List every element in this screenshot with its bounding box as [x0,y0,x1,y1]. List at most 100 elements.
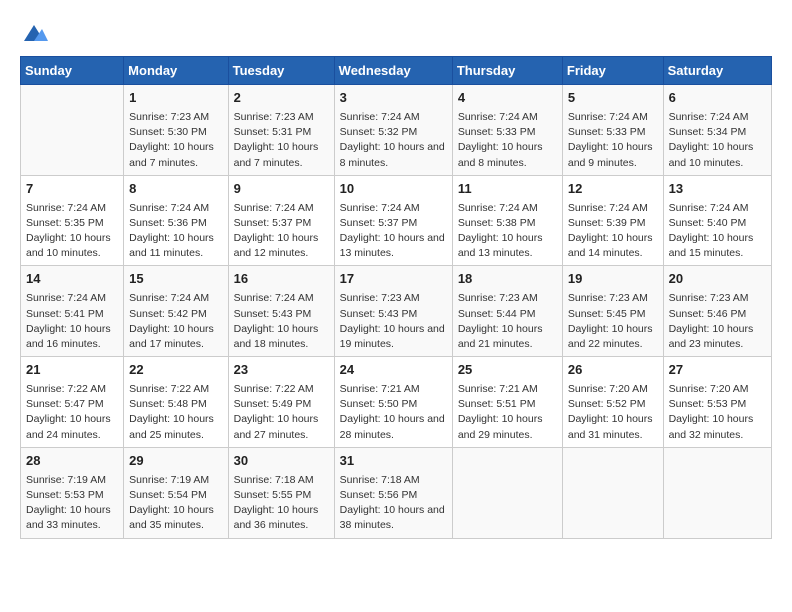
day-sunrise: Sunrise: 7:24 AM [669,111,749,123]
day-sunset: Sunset: 5:40 PM [669,217,747,229]
calendar-cell: 19 Sunrise: 7:23 AM Sunset: 5:45 PM Dayl… [562,266,663,357]
page-header [20,20,772,46]
day-number: 1 [129,89,222,108]
day-sunrise: Sunrise: 7:24 AM [669,202,749,214]
calendar-header-row: SundayMondayTuesdayWednesdayThursdayFrid… [21,57,772,85]
calendar-cell: 4 Sunrise: 7:24 AM Sunset: 5:33 PM Dayli… [452,85,562,176]
day-daylight: Daylight: 10 hours and 31 minutes. [568,413,653,440]
day-sunrise: Sunrise: 7:18 AM [340,474,420,486]
day-sunset: Sunset: 5:51 PM [458,398,536,410]
day-sunrise: Sunrise: 7:24 AM [129,292,209,304]
calendar-cell: 24 Sunrise: 7:21 AM Sunset: 5:50 PM Dayl… [334,357,452,448]
day-daylight: Daylight: 10 hours and 11 minutes. [129,232,214,259]
day-sunrise: Sunrise: 7:23 AM [669,292,749,304]
week-row-1: 1 Sunrise: 7:23 AM Sunset: 5:30 PM Dayli… [21,85,772,176]
week-row-5: 28 Sunrise: 7:19 AM Sunset: 5:53 PM Dayl… [21,447,772,538]
day-number: 7 [26,180,118,199]
day-sunset: Sunset: 5:52 PM [568,398,646,410]
day-sunset: Sunset: 5:38 PM [458,217,536,229]
day-sunset: Sunset: 5:32 PM [340,126,418,138]
day-number: 13 [669,180,766,199]
day-number: 29 [129,452,222,471]
day-number: 2 [234,89,329,108]
day-number: 25 [458,361,557,380]
day-number: 18 [458,270,557,289]
day-daylight: Daylight: 10 hours and 35 minutes. [129,504,214,531]
day-daylight: Daylight: 10 hours and 27 minutes. [234,413,319,440]
day-daylight: Daylight: 10 hours and 36 minutes. [234,504,319,531]
header-wednesday: Wednesday [334,57,452,85]
day-sunrise: Sunrise: 7:24 AM [458,202,538,214]
header-sunday: Sunday [21,57,124,85]
day-sunset: Sunset: 5:42 PM [129,308,207,320]
calendar-cell [452,447,562,538]
calendar-cell: 15 Sunrise: 7:24 AM Sunset: 5:42 PM Dayl… [124,266,228,357]
day-sunrise: Sunrise: 7:20 AM [568,383,648,395]
day-sunset: Sunset: 5:30 PM [129,126,207,138]
day-sunrise: Sunrise: 7:24 AM [568,202,648,214]
day-sunrise: Sunrise: 7:24 AM [26,292,106,304]
day-sunrise: Sunrise: 7:18 AM [234,474,314,486]
calendar-cell: 6 Sunrise: 7:24 AM Sunset: 5:34 PM Dayli… [663,85,771,176]
day-daylight: Daylight: 10 hours and 16 minutes. [26,323,111,350]
day-number: 23 [234,361,329,380]
day-number: 26 [568,361,658,380]
day-sunset: Sunset: 5:48 PM [129,398,207,410]
calendar-cell [562,447,663,538]
day-sunset: Sunset: 5:49 PM [234,398,312,410]
day-daylight: Daylight: 10 hours and 18 minutes. [234,323,319,350]
day-number: 15 [129,270,222,289]
day-daylight: Daylight: 10 hours and 17 minutes. [129,323,214,350]
calendar-cell [21,85,124,176]
day-sunset: Sunset: 5:44 PM [458,308,536,320]
week-row-3: 14 Sunrise: 7:24 AM Sunset: 5:41 PM Dayl… [21,266,772,357]
calendar-cell [663,447,771,538]
day-sunrise: Sunrise: 7:24 AM [26,202,106,214]
calendar-cell: 25 Sunrise: 7:21 AM Sunset: 5:51 PM Dayl… [452,357,562,448]
day-number: 5 [568,89,658,108]
day-daylight: Daylight: 10 hours and 38 minutes. [340,504,445,531]
day-daylight: Daylight: 10 hours and 21 minutes. [458,323,543,350]
day-number: 4 [458,89,557,108]
day-number: 28 [26,452,118,471]
day-number: 6 [669,89,766,108]
day-sunrise: Sunrise: 7:23 AM [340,292,420,304]
day-number: 17 [340,270,447,289]
day-number: 10 [340,180,447,199]
day-number: 8 [129,180,222,199]
day-sunrise: Sunrise: 7:23 AM [234,111,314,123]
calendar-cell: 21 Sunrise: 7:22 AM Sunset: 5:47 PM Dayl… [21,357,124,448]
day-sunrise: Sunrise: 7:24 AM [340,202,420,214]
day-daylight: Daylight: 10 hours and 10 minutes. [669,141,754,168]
day-sunrise: Sunrise: 7:23 AM [568,292,648,304]
day-daylight: Daylight: 10 hours and 9 minutes. [568,141,653,168]
day-sunrise: Sunrise: 7:21 AM [340,383,420,395]
week-row-4: 21 Sunrise: 7:22 AM Sunset: 5:47 PM Dayl… [21,357,772,448]
day-daylight: Daylight: 10 hours and 7 minutes. [234,141,319,168]
day-sunrise: Sunrise: 7:23 AM [129,111,209,123]
day-daylight: Daylight: 10 hours and 12 minutes. [234,232,319,259]
day-sunset: Sunset: 5:55 PM [234,489,312,501]
calendar-cell: 16 Sunrise: 7:24 AM Sunset: 5:43 PM Dayl… [228,266,334,357]
day-sunset: Sunset: 5:50 PM [340,398,418,410]
calendar-cell: 12 Sunrise: 7:24 AM Sunset: 5:39 PM Dayl… [562,175,663,266]
day-sunrise: Sunrise: 7:24 AM [234,202,314,214]
header-friday: Friday [562,57,663,85]
calendar-cell: 20 Sunrise: 7:23 AM Sunset: 5:46 PM Dayl… [663,266,771,357]
day-sunset: Sunset: 5:54 PM [129,489,207,501]
day-daylight: Daylight: 10 hours and 28 minutes. [340,413,445,440]
day-number: 20 [669,270,766,289]
day-sunset: Sunset: 5:36 PM [129,217,207,229]
day-number: 31 [340,452,447,471]
day-sunrise: Sunrise: 7:19 AM [129,474,209,486]
calendar-cell: 30 Sunrise: 7:18 AM Sunset: 5:55 PM Dayl… [228,447,334,538]
day-sunset: Sunset: 5:46 PM [669,308,747,320]
calendar-cell: 28 Sunrise: 7:19 AM Sunset: 5:53 PM Dayl… [21,447,124,538]
calendar-cell: 8 Sunrise: 7:24 AM Sunset: 5:36 PM Dayli… [124,175,228,266]
day-sunrise: Sunrise: 7:24 AM [568,111,648,123]
day-number: 9 [234,180,329,199]
day-sunrise: Sunrise: 7:22 AM [129,383,209,395]
day-sunset: Sunset: 5:33 PM [568,126,646,138]
day-sunset: Sunset: 5:53 PM [669,398,747,410]
day-sunrise: Sunrise: 7:19 AM [26,474,106,486]
